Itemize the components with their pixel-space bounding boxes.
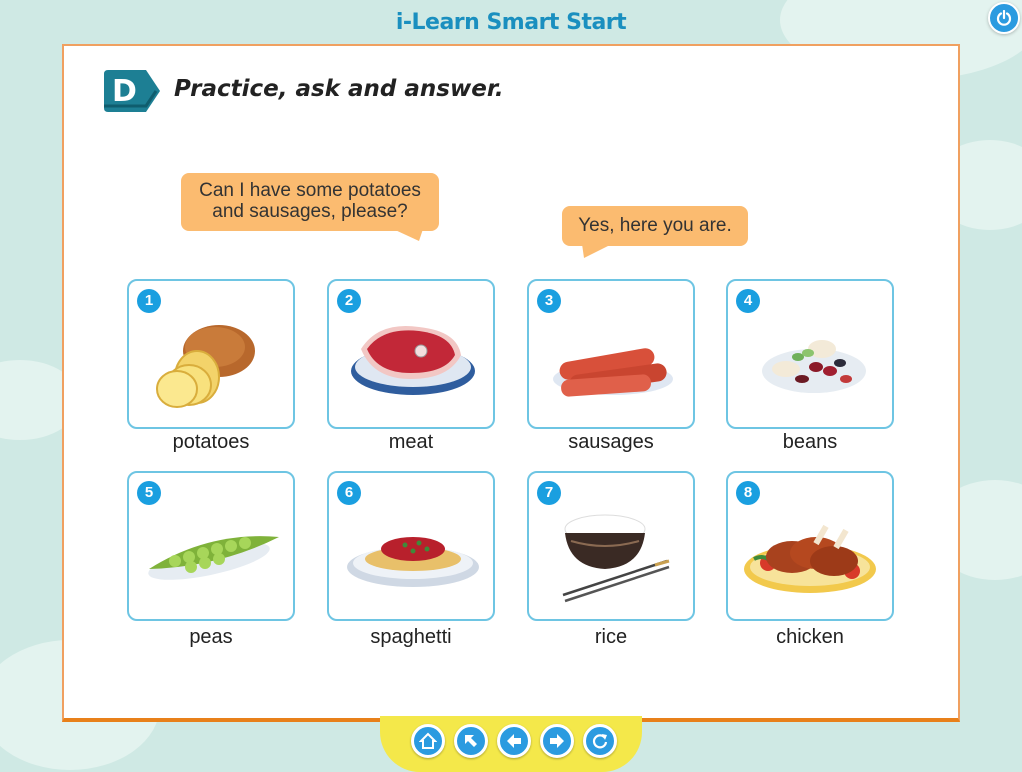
previous-button[interactable]	[497, 724, 531, 758]
back-to-menu-button[interactable]	[454, 724, 488, 758]
food-label: rice	[594, 626, 628, 648]
navigation-bar	[380, 716, 642, 772]
answer-text: Yes, here you are.	[578, 215, 732, 236]
question-line-1: Can I have some potatoes	[199, 180, 421, 201]
power-button[interactable]	[988, 2, 1020, 34]
food-card-beans[interactable]: 4	[726, 279, 894, 429]
food-label: chicken	[776, 626, 844, 648]
food-label: peas	[189, 626, 233, 648]
food-card-spaghetti[interactable]: 6	[327, 471, 495, 621]
food-label: beans	[782, 431, 838, 453]
arrow-up-left-icon	[465, 735, 477, 747]
power-icon	[996, 10, 1012, 26]
app-title: i-Learn Smart Start	[395, 10, 627, 35]
exercise-page: D Practice, ask and answer. Can I have s…	[62, 44, 960, 722]
food-label: meat	[388, 431, 434, 453]
food-card-meat[interactable]: 2	[327, 279, 495, 429]
meat-icon	[351, 325, 475, 395]
bubble-tail	[582, 244, 612, 258]
food-card-rice[interactable]: 7	[527, 471, 695, 621]
food-card-peas[interactable]: 5	[127, 471, 295, 621]
food-card-sausages[interactable]: 3	[527, 279, 695, 429]
food-label: sausages	[568, 431, 654, 453]
exercise-letter: D	[112, 74, 137, 109]
sausages-icon	[553, 348, 673, 397]
question-line-2: and sausages, please?	[212, 201, 408, 222]
home-button[interactable]	[411, 724, 445, 758]
answer-speech-bubble: Yes, here you are.	[562, 206, 748, 258]
food-card-potatoes[interactable]: 1	[127, 279, 295, 429]
food-label: potatoes	[172, 431, 250, 453]
home-icon	[419, 732, 437, 749]
food-label: spaghetti	[370, 626, 452, 648]
food-card-chicken[interactable]: 8	[726, 471, 894, 621]
exercise-instruction: Practice, ask and answer.	[174, 76, 504, 102]
exercise-badge: D	[102, 70, 160, 112]
potatoes-icon	[156, 325, 255, 408]
spaghetti-icon	[347, 537, 479, 587]
peas-icon	[148, 536, 279, 580]
arrow-left-icon	[507, 734, 521, 748]
chicken-icon	[744, 524, 876, 593]
arrow-right-icon	[550, 734, 564, 748]
refresh-icon	[592, 734, 608, 749]
bubble-tail	[393, 229, 423, 241]
question-speech-bubble: Can I have some potatoes and sausages, p…	[181, 173, 439, 241]
next-button[interactable]	[540, 724, 574, 758]
rice-icon	[562, 514, 670, 603]
replay-button[interactable]	[583, 724, 617, 758]
beans-icon	[762, 340, 866, 393]
